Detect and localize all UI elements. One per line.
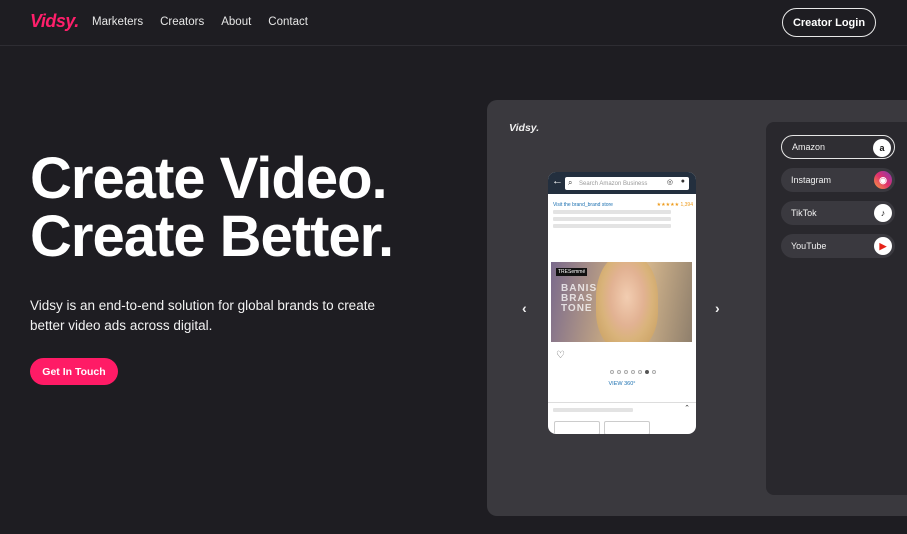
platform-youtube[interactable]: YouTube ▶ <box>781 234 895 258</box>
hero-title-line-1: Create Video. <box>30 146 388 211</box>
carousel-dots <box>610 370 656 374</box>
next-arrow-icon[interactable]: › <box>715 300 720 316</box>
carousel-dot[interactable] <box>638 370 642 374</box>
phone-mockup: ← ⌕ Search Amazon Business ◎ ● Visit the… <box>548 172 696 434</box>
divider <box>548 402 696 403</box>
instagram-icon: ◉ <box>874 171 892 189</box>
back-arrow-icon[interactable]: ← <box>552 175 563 187</box>
amazon-icon: a <box>873 139 891 157</box>
tiktok-icon: ♪ <box>874 204 892 222</box>
product-image[interactable]: TRESemmé BANIS BRAS TONE <box>551 262 692 342</box>
carousel-dot[interactable] <box>617 370 621 374</box>
chevron-up-icon[interactable]: ⌃ <box>684 404 690 412</box>
top-nav: Vidsy. Marketers Creators About Contact … <box>0 0 907 46</box>
placeholder-line <box>553 210 671 214</box>
youtube-icon: ▶ <box>874 237 892 255</box>
hero-subtitle: Vidsy is an end-to-end solution for glob… <box>30 298 375 333</box>
platform-label: TikTok <box>791 208 817 218</box>
placeholder-line <box>553 408 633 412</box>
camera-icon[interactable]: ◎ <box>667 178 673 186</box>
hero-title: Create Video. Create Better. <box>30 146 394 269</box>
panel-logo: Vidsy. <box>509 122 540 134</box>
search-icon: ⌕ <box>568 178 573 187</box>
platform-instagram[interactable]: Instagram ◉ <box>781 168 895 192</box>
mic-icon[interactable]: ● <box>681 178 685 185</box>
option-box[interactable] <box>604 421 650 434</box>
amazon-search-input[interactable]: ⌕ Search Amazon Business ◎ ● <box>565 177 689 190</box>
platform-label: Amazon <box>792 142 826 152</box>
brand-store-link[interactable]: Visit the brand_brand store ★★★★★ 1,394 <box>553 202 693 208</box>
nav-links: Marketers Creators About Contact <box>92 16 308 28</box>
nav-link-marketers[interactable]: Marketers <box>92 16 143 28</box>
product-brand-tag: TRESemmé <box>556 268 588 276</box>
nav-link-creators[interactable]: Creators <box>160 16 204 28</box>
platform-amazon[interactable]: Amazon a <box>781 135 895 159</box>
carousel-dot[interactable] <box>610 370 614 374</box>
get-in-touch-button[interactable]: Get In Touch <box>30 358 118 385</box>
carousel-dot[interactable] <box>631 370 635 374</box>
product-overlay-text: BANIS BRAS TONE <box>561 284 597 314</box>
option-box[interactable] <box>554 421 600 434</box>
phone-search-bar: ← ⌕ Search Amazon Business ◎ ● <box>548 172 696 194</box>
heart-icon[interactable]: ♡ <box>556 350 565 361</box>
platform-label: YouTube <box>791 241 827 251</box>
carousel-dot[interactable] <box>652 370 656 374</box>
creator-login-button[interactable]: Creator Login <box>782 8 876 37</box>
carousel-dot[interactable] <box>624 370 628 374</box>
platform-label: Instagram <box>791 175 832 185</box>
platform-selector: Amazon a Instagram ◉ TikTok ♪ YouTube ▶ <box>766 122 907 495</box>
brand-link-text: Visit the brand_brand store <box>553 202 613 208</box>
rating-stars: ★★★★★ 1,394 <box>656 202 693 208</box>
product-text-line: TONE <box>561 303 593 314</box>
vidsy-logo[interactable]: Vidsy. <box>30 11 79 32</box>
model-face-shape <box>596 262 658 342</box>
view-360-link[interactable]: VIEW 360° <box>548 381 696 387</box>
carousel-dot-active[interactable] <box>645 370 649 374</box>
placeholder-line <box>553 217 671 221</box>
nav-link-about[interactable]: About <box>221 16 251 28</box>
placeholder-line <box>553 224 671 228</box>
nav-link-contact[interactable]: Contact <box>268 16 308 28</box>
hero-title-line-2: Create Better. <box>30 204 394 269</box>
search-placeholder: Search Amazon Business <box>579 180 648 187</box>
platform-tiktok[interactable]: TikTok ♪ <box>781 201 895 225</box>
prev-arrow-icon[interactable]: ‹ <box>522 300 527 316</box>
demo-panel: Vidsy. ‹ › ← ⌕ Search Amazon Business ◎ … <box>487 100 907 516</box>
